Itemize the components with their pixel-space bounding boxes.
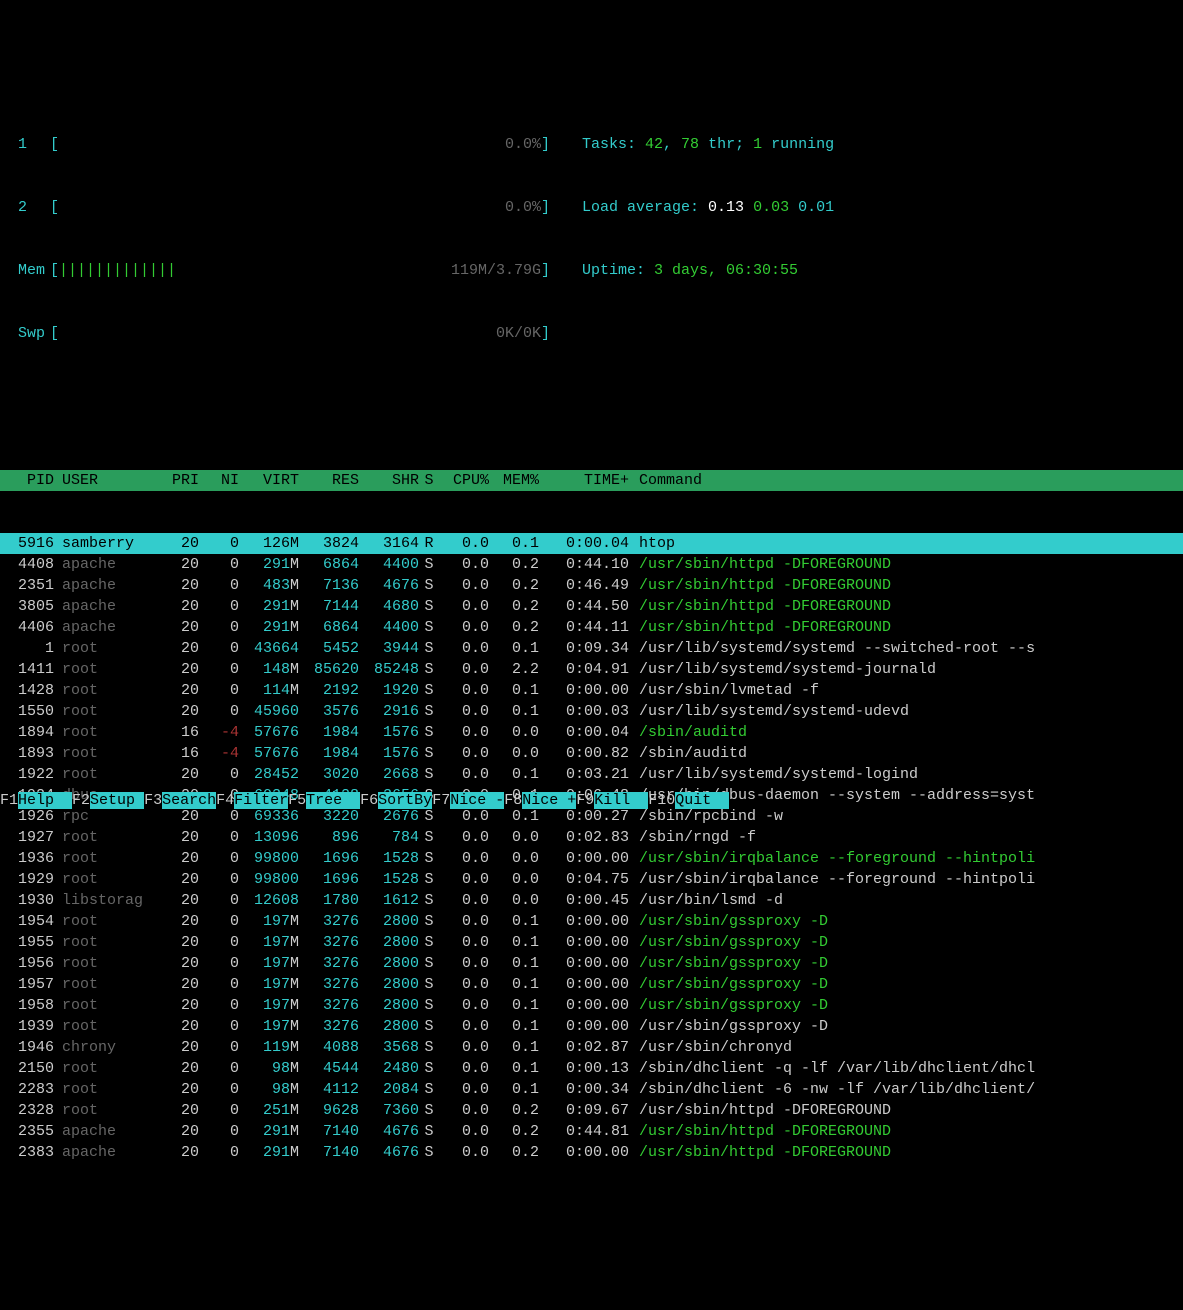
process-row[interactable]: 2328root200251M96287360S0.00.20:09.67/us… (0, 1100, 1183, 1121)
hdr-time[interactable]: TIME+ (539, 470, 629, 491)
process-row[interactable]: 1930libstorag2001260817801612S0.00.00:00… (0, 890, 1183, 911)
tasks-line: Tasks: 42, 78 thr; 1 running (550, 134, 834, 155)
htop-header: 1 [0.0%] Tasks: 42, 78 thr; 1 running 2 … (0, 84, 1183, 365)
process-row[interactable]: 1927root20013096896784S0.00.00:02.83/sbi… (0, 827, 1183, 848)
fkey-f1[interactable]: F1Help (0, 790, 72, 811)
process-row[interactable]: 1550root2004596035762916S0.00.10:00.03/u… (0, 701, 1183, 722)
function-key-bar[interactable]: F1Help F2Setup F3SearchF4FilterF5Tree F6… (0, 790, 729, 811)
hdr-virt[interactable]: VIRT (239, 470, 299, 491)
hdr-cpu[interactable]: CPU% (439, 470, 489, 491)
process-row[interactable]: 1893root16-45767619841576S0.00.00:00.82/… (0, 743, 1183, 764)
process-row[interactable]: 1root2004366454523944S0.00.10:09.34/usr/… (0, 638, 1183, 659)
fkey-f5[interactable]: F5Tree (288, 790, 360, 811)
process-row[interactable]: 1428root200114M21921920S0.00.10:00.00/us… (0, 680, 1183, 701)
process-row[interactable]: 1936root2009980016961528S0.00.00:00.00/u… (0, 848, 1183, 869)
process-row[interactable]: 5916samberry200126M38243164R0.00.10:00.0… (0, 533, 1183, 554)
process-row[interactable]: 4406apache200291M68644400S0.00.20:44.11/… (0, 617, 1183, 638)
fkey-f9[interactable]: F9Kill (576, 790, 648, 811)
hdr-shr[interactable]: SHR (359, 470, 419, 491)
hdr-user[interactable]: USER (54, 470, 144, 491)
hdr-res[interactable]: RES (299, 470, 359, 491)
process-row[interactable]: 2355apache200291M71404676S0.00.20:44.81/… (0, 1121, 1183, 1142)
process-row[interactable]: 1957root200197M32762800S0.00.10:00.00/us… (0, 974, 1183, 995)
process-row[interactable]: 1956root200197M32762800S0.00.10:00.00/us… (0, 953, 1183, 974)
hdr-ni[interactable]: NI (199, 470, 239, 491)
process-row[interactable]: 1929root2009980016961528S0.00.00:04.75/u… (0, 869, 1183, 890)
fkey-f8[interactable]: F8Nice + (504, 790, 576, 811)
process-row[interactable]: 2283root20098M41122084S0.00.10:00.34/sbi… (0, 1079, 1183, 1100)
process-row[interactable]: 1939root200197M32762800S0.00.10:00.00/us… (0, 1016, 1183, 1037)
fkey-f7[interactable]: F7Nice - (432, 790, 504, 811)
process-row[interactable]: 1411root200148M8562085248S0.02.20:04.91/… (0, 659, 1183, 680)
fkey-f3[interactable]: F3Search (144, 790, 216, 811)
process-row[interactable]: 2351apache200483M71364676S0.00.20:46.49/… (0, 575, 1183, 596)
hdr-pri[interactable]: PRI (144, 470, 199, 491)
hdr-s[interactable]: S (419, 470, 439, 491)
hdr-mem[interactable]: MEM% (489, 470, 539, 491)
process-row[interactable]: 1954root200197M32762800S0.00.10:00.00/us… (0, 911, 1183, 932)
cpu1-label: 1 (18, 134, 50, 155)
process-row[interactable]: 2383apache200291M71404676S0.00.20:00.00/… (0, 1142, 1183, 1163)
process-row[interactable]: 2150root20098M45442480S0.00.10:00.13/sbi… (0, 1058, 1183, 1079)
process-row[interactable]: 1958root200197M32762800S0.00.10:00.00/us… (0, 995, 1183, 1016)
mem-label: Mem (18, 260, 50, 281)
fkey-f2[interactable]: F2Setup (72, 790, 144, 811)
process-row[interactable]: 1955root200197M32762800S0.00.10:00.00/us… (0, 932, 1183, 953)
load-line: Load average: 0.13 0.03 0.01 (550, 197, 834, 218)
process-row[interactable]: 1946chrony200119M40883568S0.00.10:02.87/… (0, 1037, 1183, 1058)
swp-bar: [0K/0K] (50, 323, 550, 344)
cpu1-bar: [0.0%] (50, 134, 550, 155)
process-row[interactable]: 3805apache200291M71444680S0.00.20:44.50/… (0, 596, 1183, 617)
uptime-line: Uptime: 3 days, 06:30:55 (550, 260, 798, 281)
hdr-pid[interactable]: PID (0, 470, 54, 491)
cpu2-label: 2 (18, 197, 50, 218)
process-row[interactable]: 4408apache200291M68644400S0.00.20:44.10/… (0, 554, 1183, 575)
fkey-f4[interactable]: F4Filter (216, 790, 288, 811)
column-headers[interactable]: PID USER PRI NI VIRT RES SHR S CPU% MEM%… (0, 470, 1183, 491)
hdr-cmd[interactable]: Command (629, 470, 1183, 491)
fkey-f10[interactable]: F10Quit (648, 790, 729, 811)
process-list[interactable]: 5916samberry200126M38243164R0.00.10:00.0… (0, 533, 1183, 1163)
process-row[interactable]: 1894root16-45767619841576S0.00.00:00.04/… (0, 722, 1183, 743)
process-row[interactable]: 1922root2002845230202668S0.00.10:03.21/u… (0, 764, 1183, 785)
swp-label: Swp (18, 323, 50, 344)
mem-bar: [|||||||||||||119M/3.79G] (50, 260, 550, 281)
fkey-f6[interactable]: F6SortBy (360, 790, 432, 811)
cpu2-bar: [0.0%] (50, 197, 550, 218)
